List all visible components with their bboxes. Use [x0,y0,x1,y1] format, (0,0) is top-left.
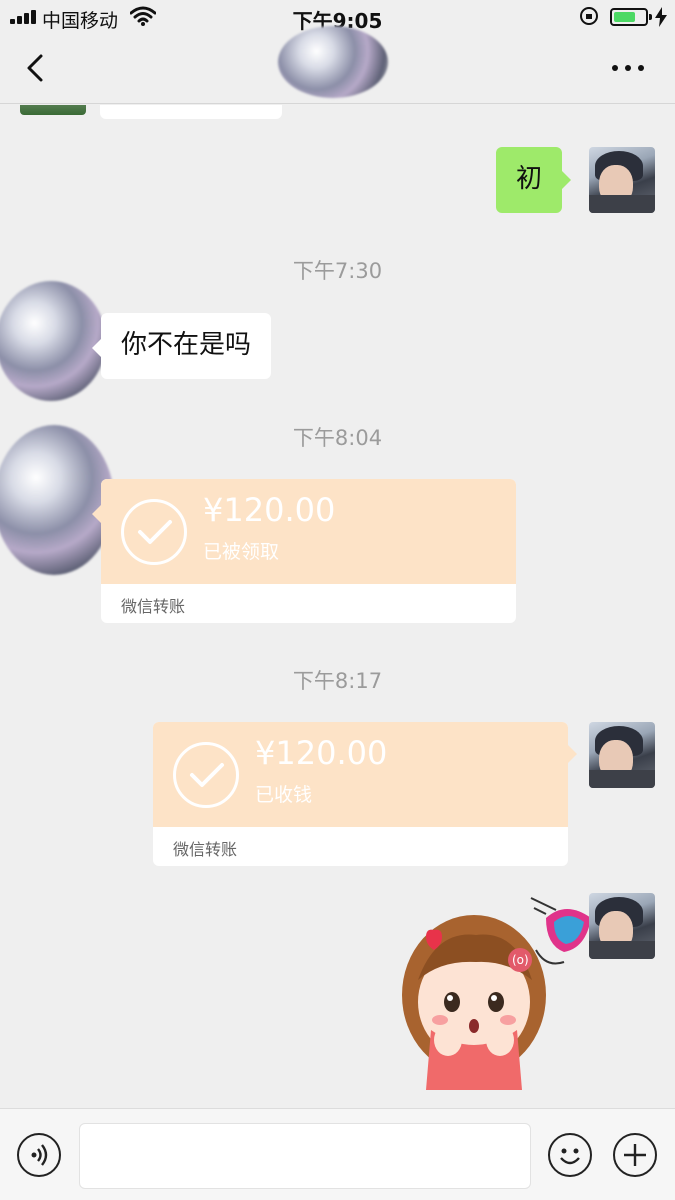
self-avatar[interactable] [589,147,655,213]
outgoing-message-bubble[interactable]: 初 [496,147,572,213]
self-avatar[interactable] [589,893,655,959]
chat-area[interactable]: 初 下午7:30 你不在是吗 下午8:04 ¥120.00 已被领取 微信转账 … [0,105,675,1108]
contact-avatar[interactable] [20,105,86,115]
message-text: 初 [516,164,543,194]
back-icon[interactable] [18,50,54,86]
more-icon[interactable] [608,58,648,78]
transfer-label: 微信转账 [173,840,238,859]
previous-message-bubble[interactable] [100,105,282,119]
timestamp: 下午8:04 [292,426,383,450]
nav-bar [0,26,675,104]
message-input[interactable] [79,1123,531,1189]
voice-icon[interactable] [17,1133,61,1177]
transfer-amount: ¥120.00 [255,734,388,772]
plus-icon[interactable] [613,1133,657,1177]
transfer-tail [568,745,577,763]
message-text: 你不在是吗 [121,330,252,360]
contact-name-image[interactable] [278,26,388,98]
svg-text:(o): (o) [512,953,529,967]
check-circle-icon [173,742,239,808]
contact-avatar[interactable] [0,281,106,401]
timestamp: 下午7:30 [292,259,383,283]
transfer-status: 已被领取 [203,541,280,563]
self-avatar[interactable] [589,722,655,788]
girl-sticker-image[interactable]: (o) [396,890,606,1090]
incoming-message-bubble[interactable]: 你不在是吗 [91,313,272,379]
transfer-tail [92,505,101,523]
transfer-card-outgoing[interactable]: ¥120.00 已收钱 微信转账 [153,722,568,866]
transfer-card-incoming[interactable]: ¥120.00 已被领取 微信转账 [101,479,516,623]
contact-avatar[interactable] [0,425,114,575]
charging-icon [655,7,667,27]
timestamp: 下午8:17 [292,669,383,693]
emoji-icon[interactable] [548,1133,592,1177]
check-circle-icon [121,499,187,565]
battery-fill [614,12,635,22]
transfer-status: 已收钱 [255,784,313,806]
input-bar [0,1108,675,1200]
battery-icon [610,8,652,26]
transfer-label: 微信转账 [121,597,186,616]
transfer-amount: ¥120.00 [203,491,336,529]
orientation-lock-icon [580,7,598,25]
